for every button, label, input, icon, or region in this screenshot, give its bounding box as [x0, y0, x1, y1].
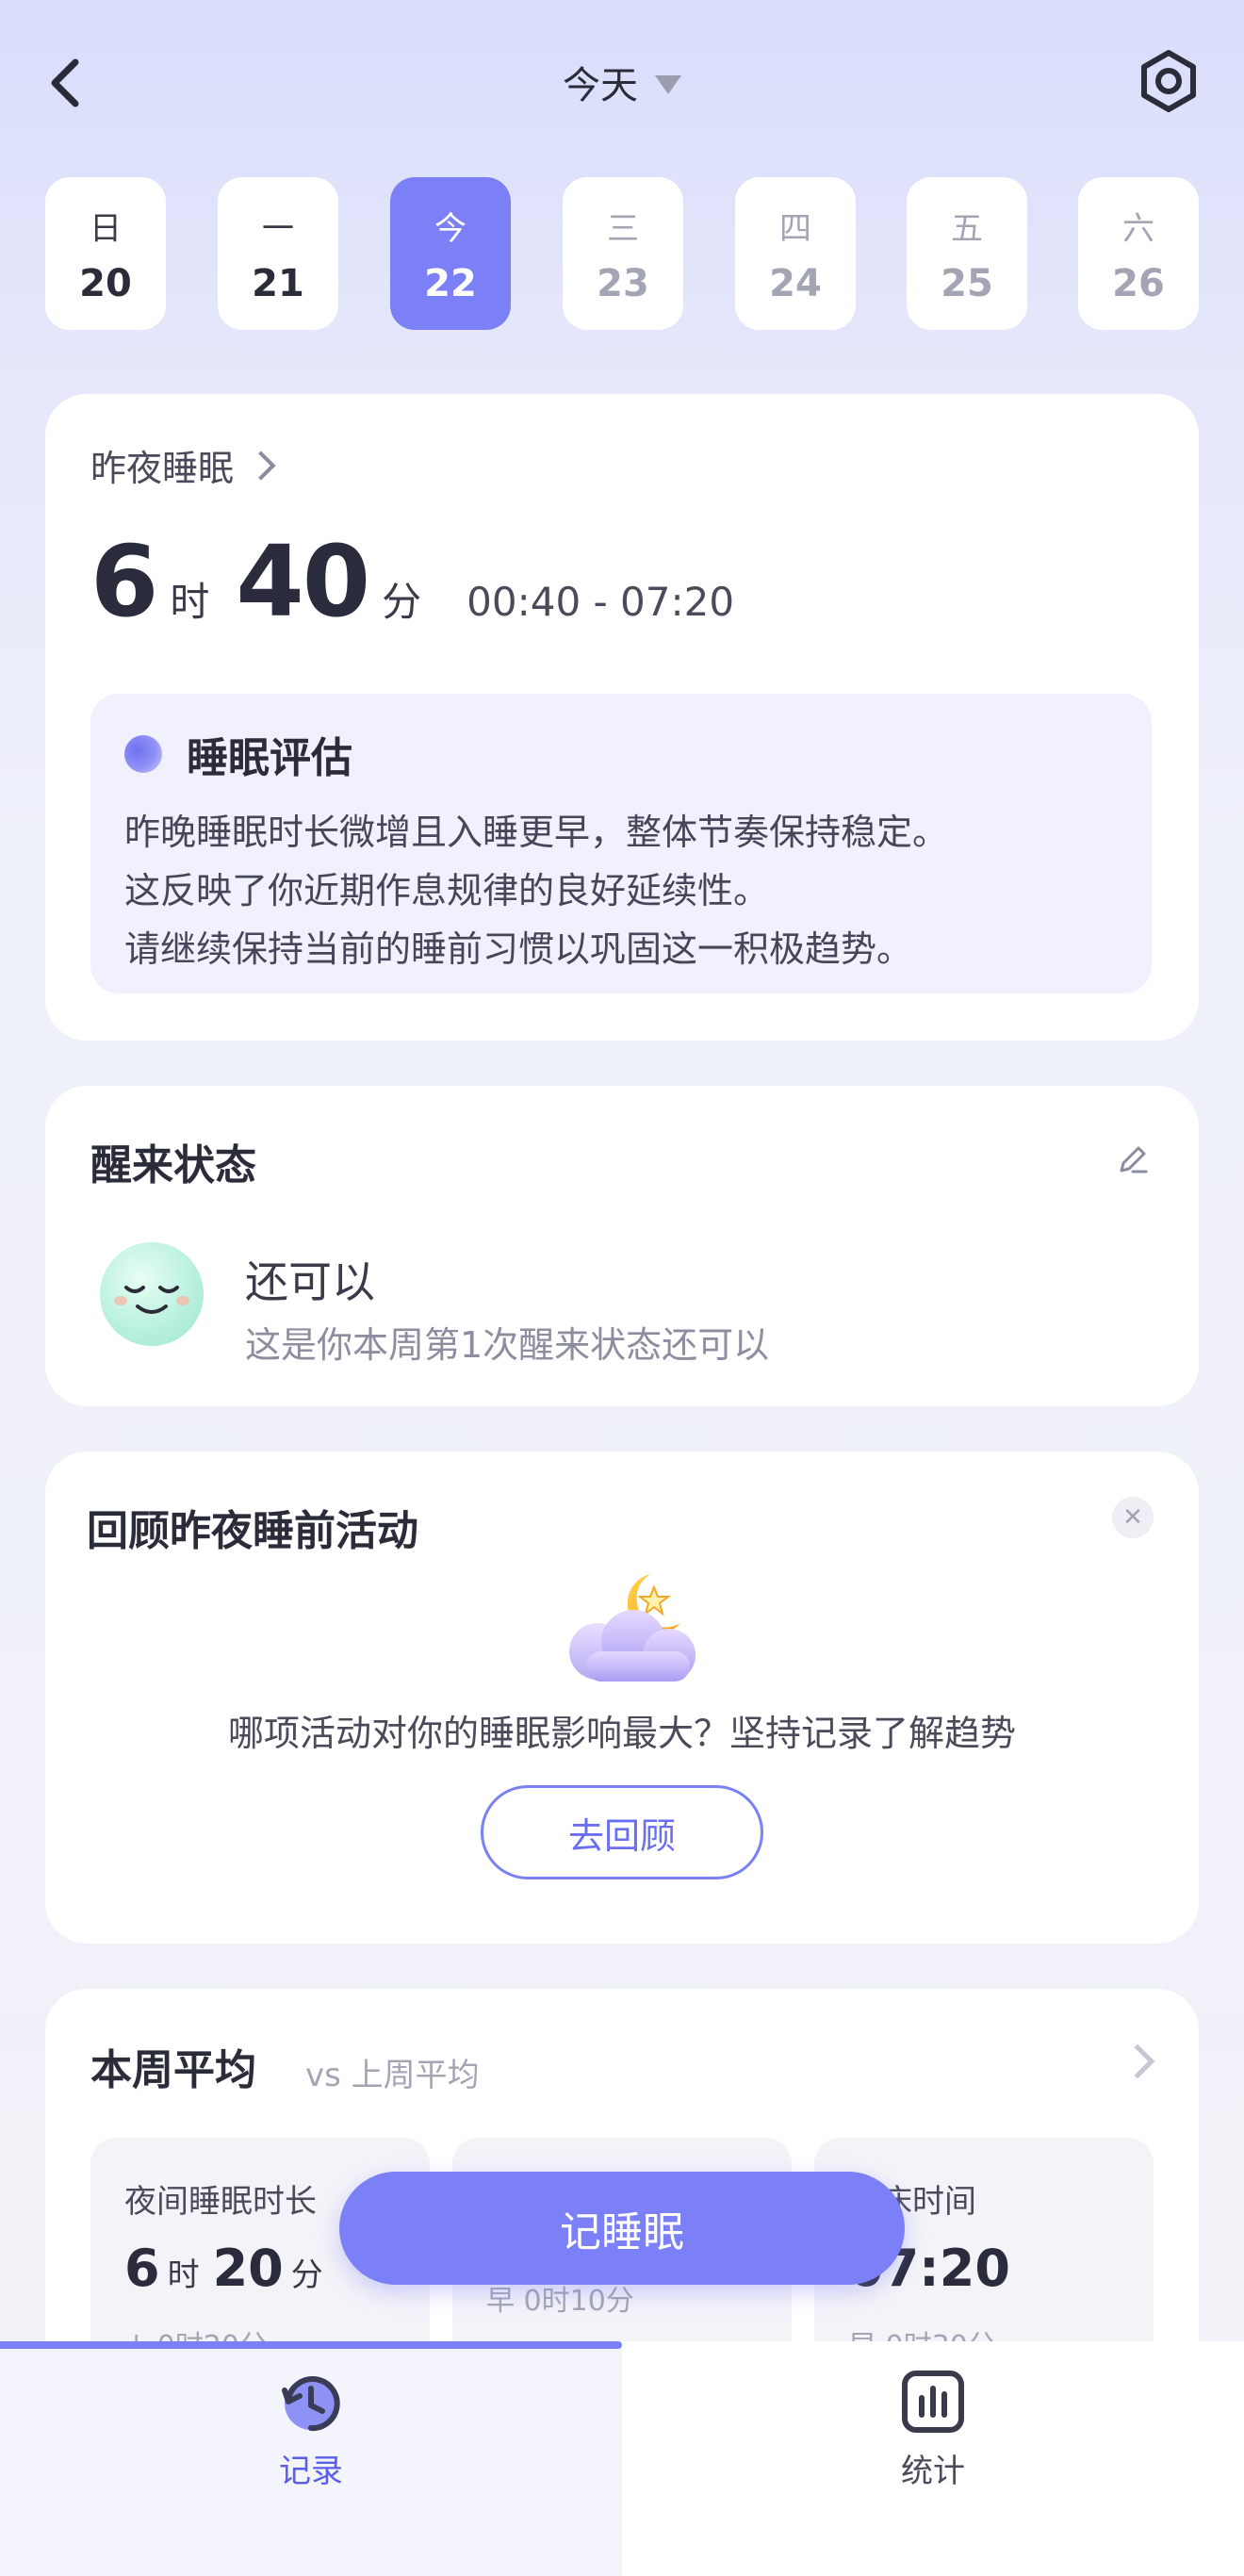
page-title: 今天 — [563, 64, 638, 107]
date-number: 20 — [79, 261, 132, 305]
review-activities-card: 回顾昨夜睡前活动 ✕ 哪项活动对你的睡眠影响最大？坚持记录了解趋势 去回顾 — [45, 1452, 1199, 1944]
date-number: 23 — [597, 261, 649, 305]
nav-tab-stats[interactable]: 统计 — [622, 2368, 1244, 2491]
sleep-card-title: 昨夜睡眠 — [90, 448, 235, 489]
day-sat[interactable]: 六 26 — [1078, 177, 1199, 330]
weekly-subtitle: vs 上周平均 — [305, 2057, 480, 2094]
go-review-button[interactable]: 去回顾 — [481, 1785, 763, 1879]
sleep-minutes: 40 — [236, 524, 370, 639]
day-sun[interactable]: 日 20 — [45, 177, 166, 330]
wake-status: 还可以 — [245, 1256, 375, 1307]
tile-hours: 6 — [124, 2239, 160, 2298]
date-number: 25 — [941, 261, 993, 305]
nav-tab-record[interactable]: 记录 — [0, 2368, 622, 2491]
weekday-label: 四 — [779, 209, 811, 248]
tile-minutes: 20 — [212, 2239, 284, 2298]
nav-label: 统计 — [901, 2453, 965, 2490]
nav-active-indicator — [0, 2341, 622, 2349]
settings-button[interactable] — [1135, 47, 1203, 115]
bar-chart-icon — [902, 2371, 964, 2433]
settings-icon — [1141, 50, 1196, 112]
sleep-hours: 6 — [90, 524, 158, 639]
day-fri[interactable]: 五 25 — [907, 177, 1027, 330]
sleep-detail-link[interactable]: 昨夜睡眠 — [90, 439, 276, 491]
hours-unit: 时 — [170, 579, 210, 625]
chevron-right-icon[interactable] — [1120, 2043, 1155, 2079]
assessment-line: 昨晚睡眠时长微增且入睡更早，整体节奏保持稳定。 — [124, 812, 949, 853]
caret-down-icon — [655, 75, 681, 94]
nav-label: 记录 — [279, 2453, 343, 2490]
record-sleep-button[interactable]: 记睡眠 — [339, 2172, 905, 2285]
assessment-title: 睡眠评估 — [187, 734, 352, 782]
sleep-time-range: 00:40 - 07:20 — [466, 579, 735, 625]
chevron-right-icon — [246, 450, 276, 481]
assessment-line: 请继续保持当前的睡前习惯以巩固这一积极趋势。 — [124, 928, 913, 970]
day-today[interactable]: 今 22 — [390, 177, 511, 330]
bottom-nav: 记录 统计 — [0, 2341, 1244, 2576]
weekday-label: 三 — [607, 209, 639, 248]
moon-cloud-star-icon — [548, 1561, 714, 1693]
weekday-label: 六 — [1122, 209, 1154, 248]
weekday-label: 一 — [262, 209, 294, 248]
day-mon[interactable]: 一 21 — [218, 177, 338, 330]
assessment-line: 这反映了你近期作息规律的良好延续性。 — [124, 870, 770, 911]
weekly-title: 本周平均 — [90, 2046, 256, 2094]
tile-hours-unit: 时 — [167, 2256, 200, 2294]
sleep-summary-card: 昨夜睡眠 6 时 40 分 00:40 - 07:20 睡眠评估 昨晚睡眠时长微… — [45, 394, 1199, 1041]
day-thu[interactable]: 四 24 — [735, 177, 856, 330]
wake-description: 这是你本周第1次醒来状态还可以 — [245, 1324, 770, 1366]
date-selector[interactable]: 今天 — [0, 55, 1244, 109]
weekday-label: 五 — [951, 209, 983, 248]
weekday-label: 日 — [90, 209, 122, 248]
assessment-orb-icon — [124, 735, 162, 773]
date-number: 21 — [252, 261, 304, 305]
wake-card-title: 醒来状态 — [90, 1141, 256, 1190]
minutes-unit: 分 — [382, 579, 422, 625]
wake-state-card: 醒来状态 还可以 这是你本周第1次醒来状态还可以 — [45, 1086, 1199, 1406]
clock-history-icon — [282, 2376, 340, 2432]
date-number: 26 — [1112, 261, 1165, 305]
smiling-face-icon — [100, 1242, 204, 1346]
weekday-label: 今 — [434, 209, 466, 248]
tile-minutes-unit: 分 — [290, 2256, 323, 2294]
sleep-duration: 6 时 40 分 00:40 - 07:20 — [90, 524, 734, 639]
sleep-assessment: 睡眠评估 昨晚睡眠时长微增且入睡更早，整体节奏保持稳定。 这反映了你近期作息规律… — [90, 694, 1152, 993]
review-card-title: 回顾昨夜睡前活动 — [87, 1507, 418, 1555]
day-wed[interactable]: 三 23 — [563, 177, 683, 330]
week-strip: 日 20 一 21 今 22 三 23 四 24 五 25 六 26 — [45, 177, 1199, 330]
date-number: 22 — [424, 261, 477, 305]
pencil-icon[interactable] — [1114, 1140, 1152, 1178]
review-question: 哪项活动对你的睡眠影响最大？坚持记录了解趋势 — [227, 1713, 1016, 1754]
date-number: 24 — [769, 261, 822, 305]
close-icon[interactable]: ✕ — [1112, 1497, 1154, 1538]
